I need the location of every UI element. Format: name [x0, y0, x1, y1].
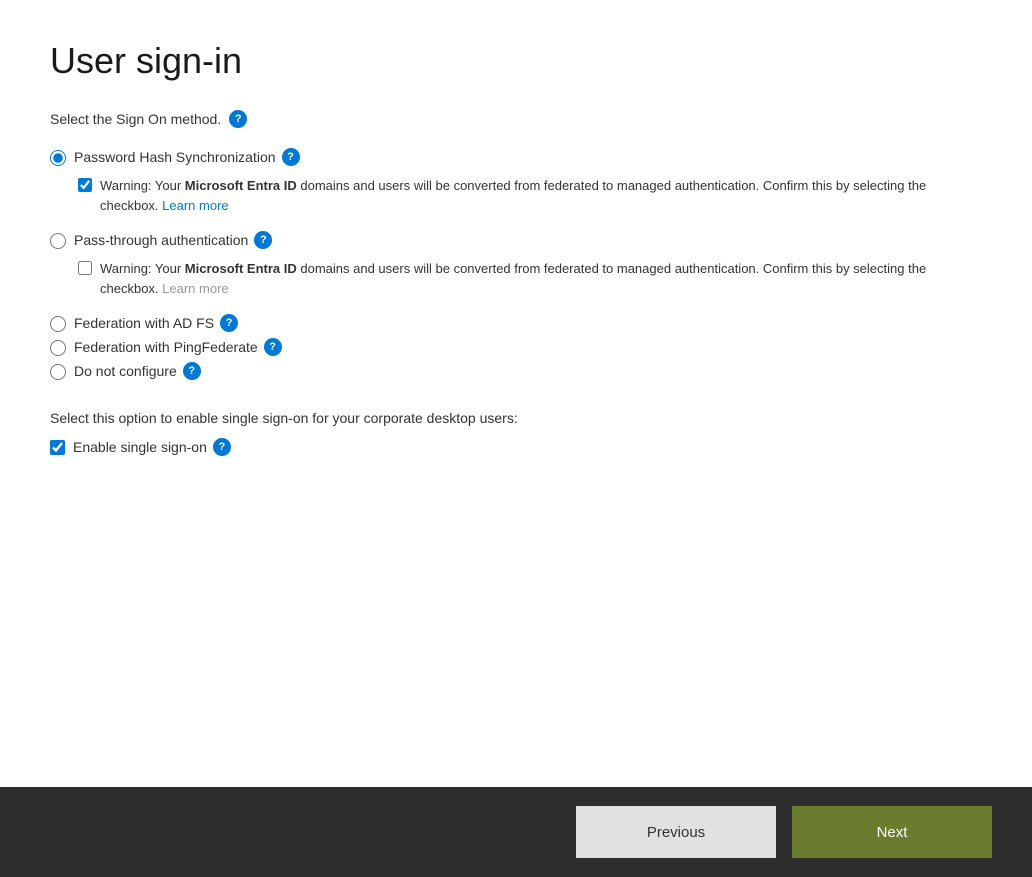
federation-ping-option[interactable]: Federation with PingFederate ?	[50, 338, 982, 356]
password-hash-warning: Warning: Your Microsoft Entra ID domains…	[78, 176, 982, 215]
options-list: Password Hash Synchronization ? Warning:…	[50, 148, 982, 386]
enable-sso-label[interactable]: Enable single sign-on ?	[73, 438, 231, 456]
previous-button[interactable]: Previous	[576, 806, 776, 858]
federation-ping-help-icon[interactable]: ?	[264, 338, 282, 356]
sso-section-label: Select this option to enable single sign…	[50, 410, 982, 426]
pass-through-warning-checkbox[interactable]	[78, 261, 92, 275]
phs-brand: Microsoft Entra ID	[185, 178, 297, 193]
do-not-configure-label-text: Do not configure	[74, 363, 177, 379]
sign-on-method-help-icon[interactable]: ?	[229, 110, 247, 128]
section-label: Select the Sign On method. ?	[50, 110, 982, 128]
federation-ping-radio[interactable]	[50, 340, 66, 356]
federation-adfs-radio[interactable]	[50, 316, 66, 332]
sso-help-icon[interactable]: ?	[213, 438, 231, 456]
enable-sso-label-text: Enable single sign-on	[73, 439, 207, 455]
page-title: User sign-in	[50, 40, 982, 82]
password-hash-radio[interactable]	[50, 150, 66, 166]
sso-section: Select this option to enable single sign…	[50, 410, 982, 456]
federation-adfs-option[interactable]: Federation with AD FS ?	[50, 314, 982, 332]
pass-through-label[interactable]: Pass-through authentication ?	[74, 231, 272, 249]
federation-adfs-label-text: Federation with AD FS	[74, 315, 214, 331]
federation-ping-label-text: Federation with PingFederate	[74, 339, 258, 355]
do-not-configure-radio[interactable]	[50, 364, 66, 380]
password-hash-option[interactable]: Password Hash Synchronization ?	[50, 148, 982, 166]
password-hash-label[interactable]: Password Hash Synchronization ?	[74, 148, 300, 166]
password-hash-label-text: Password Hash Synchronization	[74, 149, 276, 165]
do-not-configure-label[interactable]: Do not configure ?	[74, 362, 201, 380]
pass-through-radio[interactable]	[50, 233, 66, 249]
do-not-configure-help-icon[interactable]: ?	[183, 362, 201, 380]
password-hash-warning-text[interactable]: Warning: Your Microsoft Entra ID domains…	[100, 176, 982, 215]
section-label-text: Select the Sign On method.	[50, 111, 221, 127]
federation-ping-label[interactable]: Federation with PingFederate ?	[74, 338, 282, 356]
password-hash-help-icon[interactable]: ?	[282, 148, 300, 166]
password-hash-warning-checkbox[interactable]	[78, 178, 92, 192]
pta-learn-more-link: Learn more	[162, 281, 228, 296]
pass-through-help-icon[interactable]: ?	[254, 231, 272, 249]
pass-through-warning: Warning: Your Microsoft Entra ID domains…	[78, 259, 982, 298]
federation-adfs-help-icon[interactable]: ?	[220, 314, 238, 332]
main-content: User sign-in Select the Sign On method. …	[0, 0, 1032, 787]
next-button[interactable]: Next	[792, 806, 992, 858]
federation-adfs-label[interactable]: Federation with AD FS ?	[74, 314, 238, 332]
enable-sso-checkbox[interactable]	[50, 440, 65, 455]
phs-learn-more-link[interactable]: Learn more	[162, 198, 228, 213]
sso-checkbox-option[interactable]: Enable single sign-on ?	[50, 438, 982, 456]
pta-brand: Microsoft Entra ID	[185, 261, 297, 276]
footer: Previous Next	[0, 787, 1032, 877]
pass-through-warning-text[interactable]: Warning: Your Microsoft Entra ID domains…	[100, 259, 982, 298]
do-not-configure-option[interactable]: Do not configure ?	[50, 362, 982, 380]
pass-through-option[interactable]: Pass-through authentication ?	[50, 231, 982, 249]
pass-through-label-text: Pass-through authentication	[74, 232, 248, 248]
